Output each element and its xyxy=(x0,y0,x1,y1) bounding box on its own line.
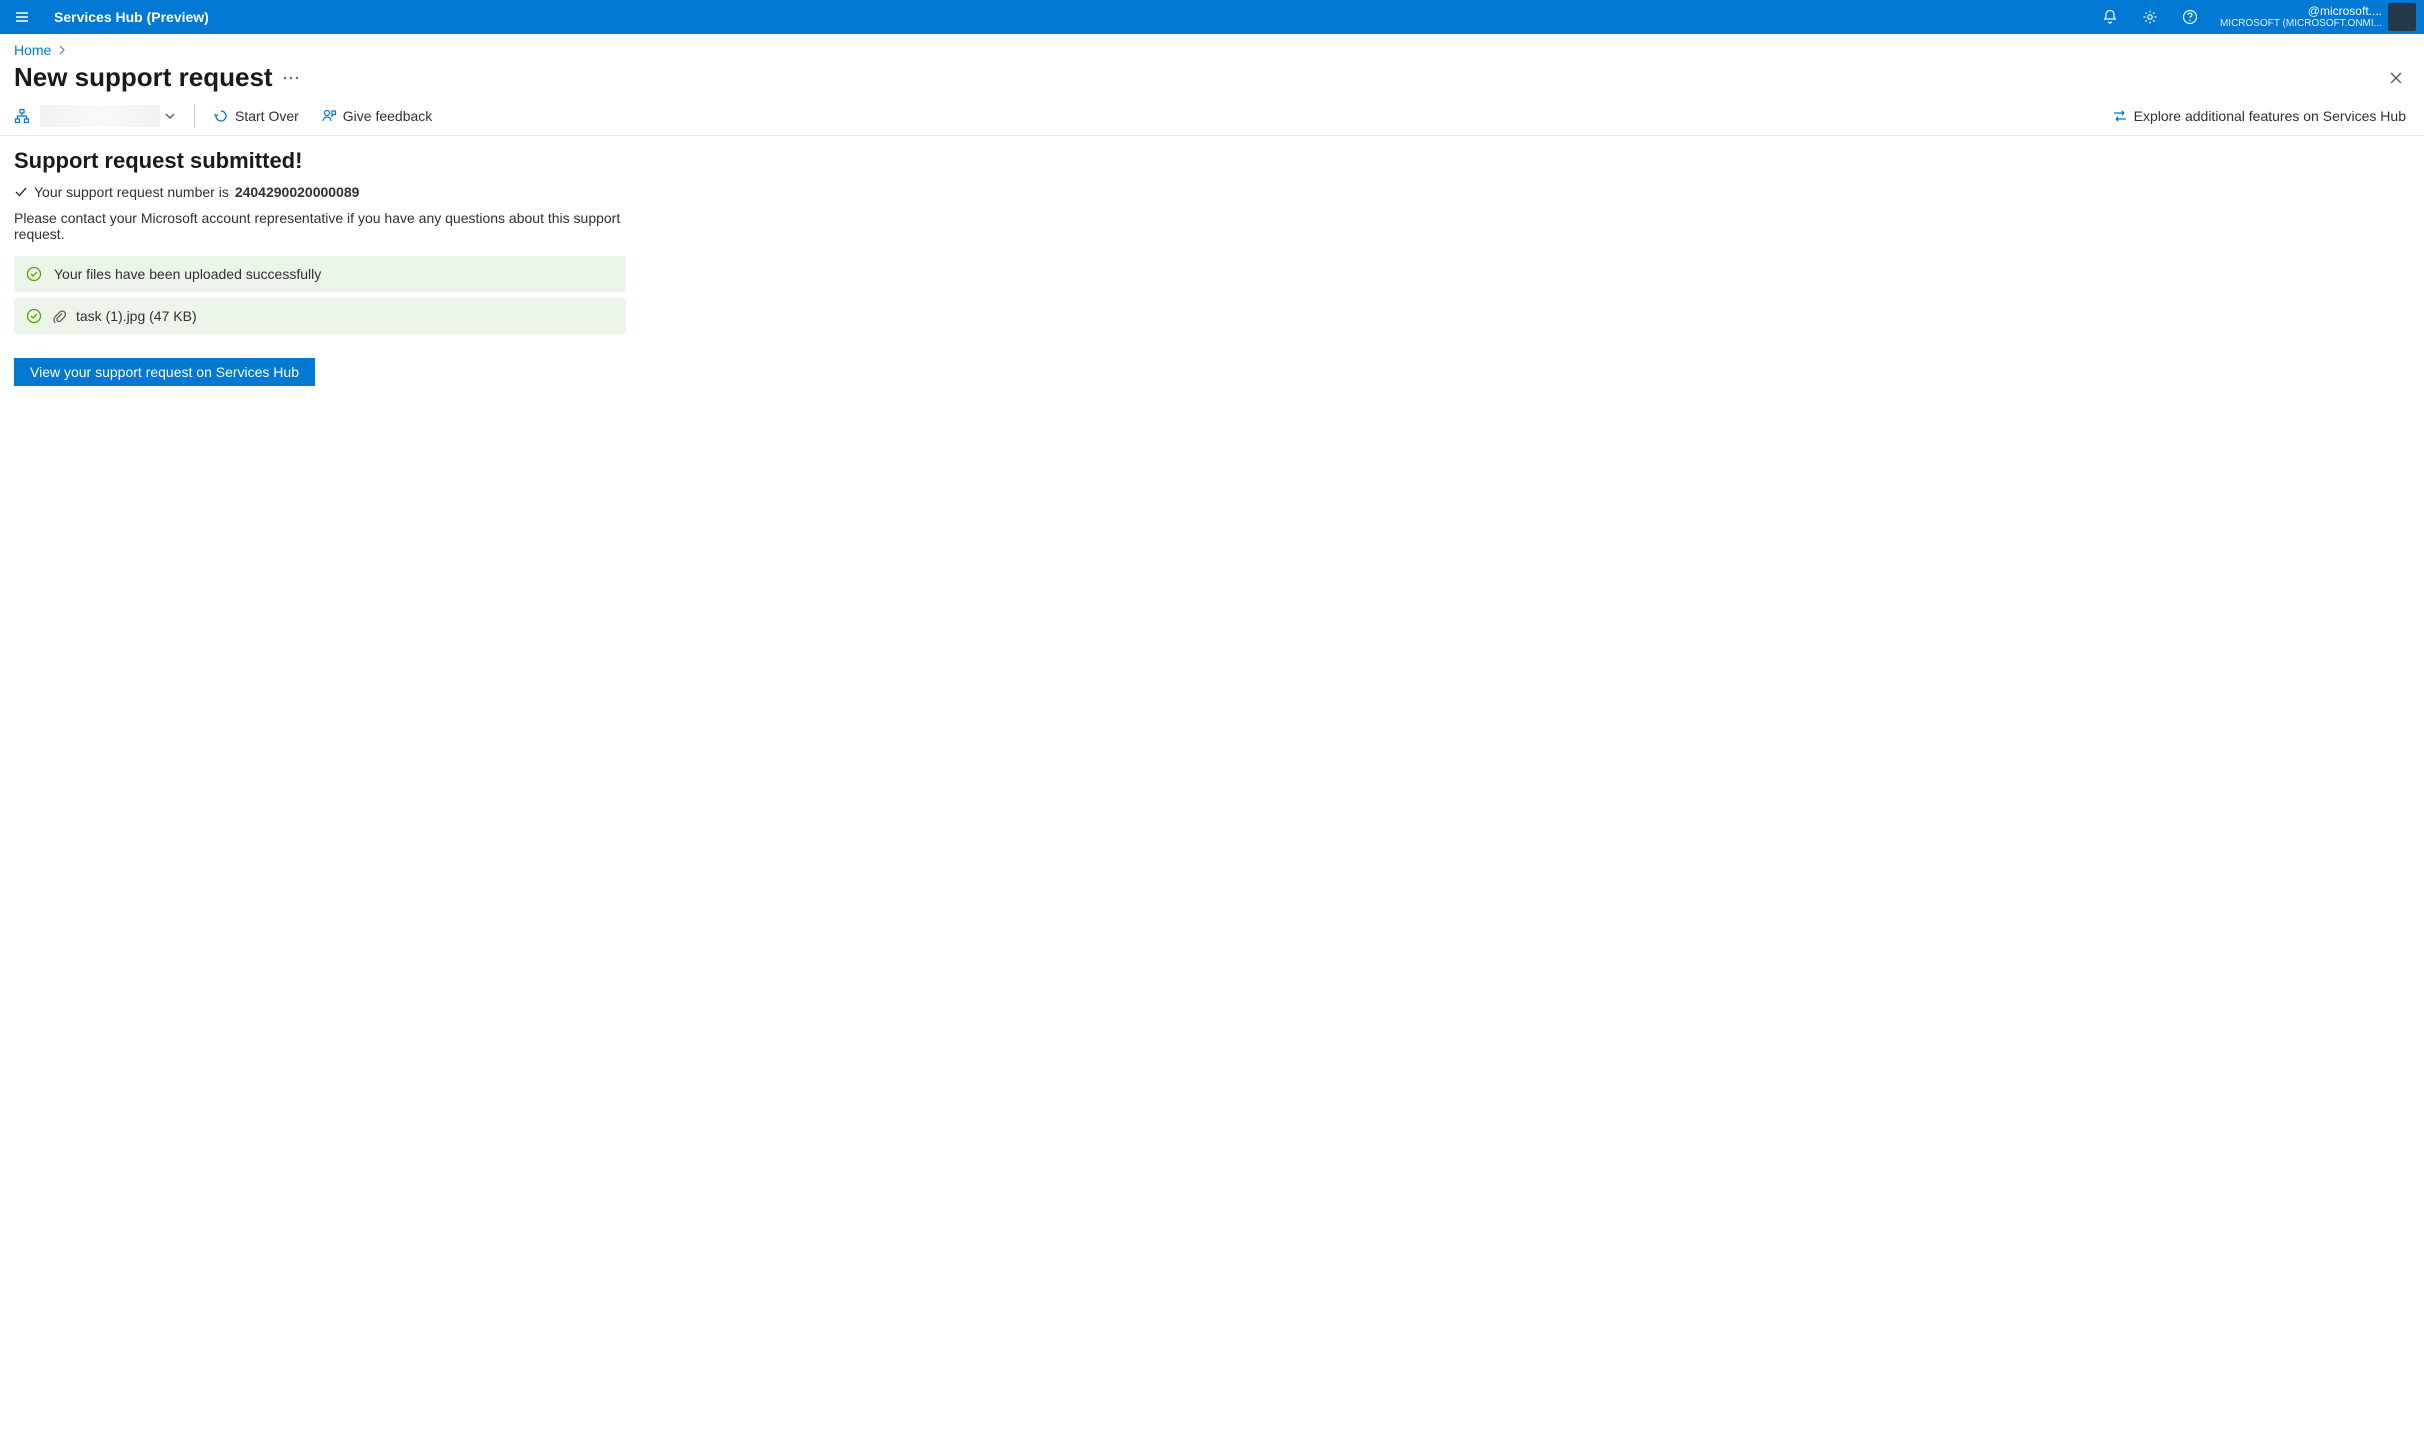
upload-success-banner: Your files have been uploaded successful… xyxy=(14,256,626,292)
toolbar-divider xyxy=(194,104,195,128)
request-number-value: 2404290020000089 xyxy=(235,184,360,200)
restart-icon xyxy=(213,108,229,124)
uploaded-file-row: task (1).jpg (47 KB) xyxy=(14,298,626,334)
swap-icon xyxy=(2112,108,2128,124)
start-over-button[interactable]: Start Over xyxy=(209,106,303,126)
notifications-icon[interactable] xyxy=(2094,1,2126,33)
topbar-actions: @microsoft.... MICROSOFT (MICROSOFT.ONMI… xyxy=(2094,1,2416,33)
submitted-heading: Support request submitted! xyxy=(14,148,626,174)
app-title: Services Hub (Preview) xyxy=(54,9,209,25)
page-title: New support request xyxy=(14,62,273,93)
success-check-icon xyxy=(26,266,42,282)
attachment-icon xyxy=(52,309,66,323)
request-number-line: Your support request number is 240429002… xyxy=(14,184,626,200)
chevron-right-icon xyxy=(57,45,67,55)
hierarchy-icon xyxy=(14,108,30,124)
success-check-icon xyxy=(26,308,42,324)
more-icon[interactable] xyxy=(283,76,299,80)
upload-success-text: Your files have been uploaded successful… xyxy=(54,266,321,282)
top-bar: Services Hub (Preview) @microsoft.... MI… xyxy=(0,0,2424,34)
explore-label: Explore additional features on Services … xyxy=(2134,108,2406,124)
file-name-text: task (1).jpg (47 KB) xyxy=(76,308,197,324)
give-feedback-button[interactable]: Give feedback xyxy=(317,106,437,126)
account-email: @microsoft.... xyxy=(2220,5,2382,18)
toolbar: Start Over Give feedback Explore additio… xyxy=(0,97,2424,136)
view-request-button[interactable]: View your support request on Services Hu… xyxy=(14,358,315,386)
explore-features-link[interactable]: Explore additional features on Services … xyxy=(2112,108,2406,124)
account-block[interactable]: @microsoft.... MICROSOFT (MICROSOFT.ONMI… xyxy=(2220,3,2416,31)
breadcrumb: Home xyxy=(0,34,2424,60)
feedback-icon xyxy=(321,108,337,124)
org-name-redacted xyxy=(40,105,160,127)
start-over-label: Start Over xyxy=(235,108,299,124)
account-tenant: MICROSOFT (MICROSOFT.ONMI... xyxy=(2220,18,2382,29)
chevron-down-icon xyxy=(164,110,176,122)
main-content: Support request submitted! Your support … xyxy=(0,136,640,398)
org-select-dropdown[interactable] xyxy=(36,103,180,129)
contact-instructions: Please contact your Microsoft account re… xyxy=(14,210,626,242)
menu-hamburger-icon[interactable] xyxy=(8,3,36,31)
give-feedback-label: Give feedback xyxy=(343,108,433,124)
breadcrumb-home[interactable]: Home xyxy=(14,42,51,58)
check-icon xyxy=(14,185,28,199)
request-number-label: Your support request number is xyxy=(34,184,229,200)
close-button[interactable] xyxy=(2382,64,2410,92)
page-header: New support request xyxy=(0,60,2424,97)
avatar xyxy=(2388,3,2416,31)
help-icon[interactable] xyxy=(2174,1,2206,33)
settings-icon[interactable] xyxy=(2134,1,2166,33)
